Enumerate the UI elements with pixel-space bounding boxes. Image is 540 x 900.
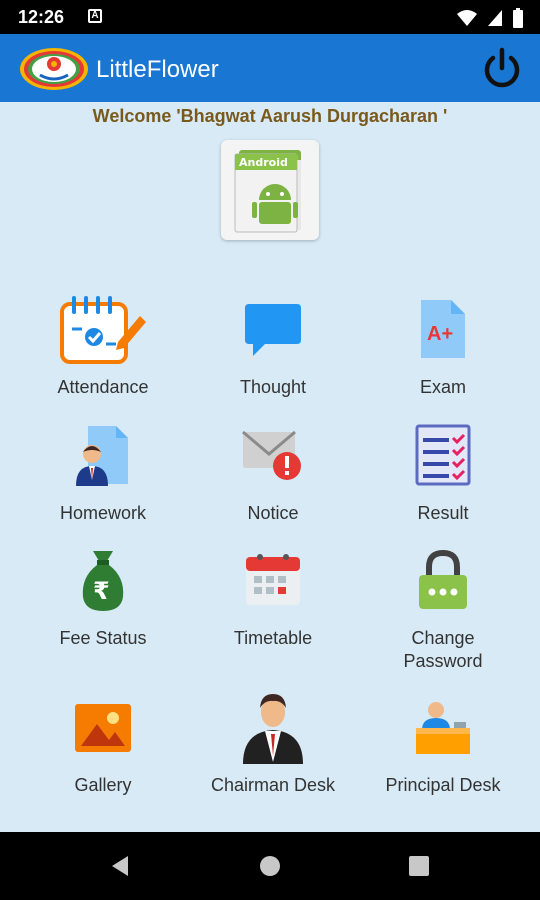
chairman-businessman-icon: [243, 694, 303, 764]
power-logout-button[interactable]: [480, 46, 524, 90]
homework-label: Homework: [59, 503, 147, 523]
notice-label: Notice: [247, 503, 299, 523]
result-checklist-icon: [415, 424, 471, 486]
thought-label: Thought: [239, 377, 307, 397]
status-bar: 12:26 A: [0, 0, 540, 34]
home-icon[interactable]: [258, 854, 282, 878]
android-placeholder-icon: Android: [234, 150, 301, 233]
system-nav-bar: [0, 832, 540, 900]
app-bar: LittleFlower: [0, 34, 540, 102]
android-label: Android: [239, 156, 288, 169]
exam-icon: A+: [421, 300, 465, 358]
change-password-label-line1: Change: [411, 628, 475, 648]
change-password-label-line2: Password: [403, 651, 483, 671]
rupee-symbol: ₹: [93, 577, 110, 605]
gallery-label: Gallery: [74, 775, 132, 795]
wifi-icon: [457, 10, 477, 26]
chairman-desk-label: Chairman Desk: [210, 775, 336, 795]
padlock-icon: [419, 549, 467, 609]
recents-icon[interactable]: [407, 854, 431, 878]
exam-label: Exam: [419, 377, 466, 397]
status-time: 12:26: [18, 7, 65, 27]
thought-bubble-icon: [245, 304, 301, 356]
notification-a-icon: A: [88, 9, 102, 23]
result-label: Result: [417, 503, 469, 523]
calendar-icon: [246, 554, 300, 605]
dashboard-content: Welcome 'Bhagwat Aarush Durgacharan ' An…: [0, 102, 540, 832]
exam-grade-text: A+: [427, 323, 453, 345]
fee-status-label: Fee Status: [59, 628, 147, 648]
profile-photo[interactable]: Android: [221, 140, 319, 240]
status-icons: [456, 7, 524, 29]
notice-mail-alert-icon: [242, 430, 301, 480]
welcome-text: Welcome 'Bhagwat Aarush Durgacharan ': [92, 106, 448, 126]
money-bag-icon: ₹: [82, 551, 124, 611]
attendance-label: Attendance: [57, 377, 149, 397]
homework-icon: [76, 426, 128, 486]
principal-desk-icon: [416, 702, 470, 754]
attendance-icon: [60, 296, 146, 364]
school-logo-icon: [20, 48, 88, 90]
app-title: LittleFlower: [96, 56, 219, 83]
principal-desk-label: Principal Desk: [385, 775, 501, 795]
timetable-label: Timetable: [233, 628, 313, 648]
signal-icon: [488, 10, 502, 26]
back-icon[interactable]: [108, 854, 132, 878]
gallery-image-icon: [75, 704, 131, 752]
battery-icon: [513, 8, 523, 28]
